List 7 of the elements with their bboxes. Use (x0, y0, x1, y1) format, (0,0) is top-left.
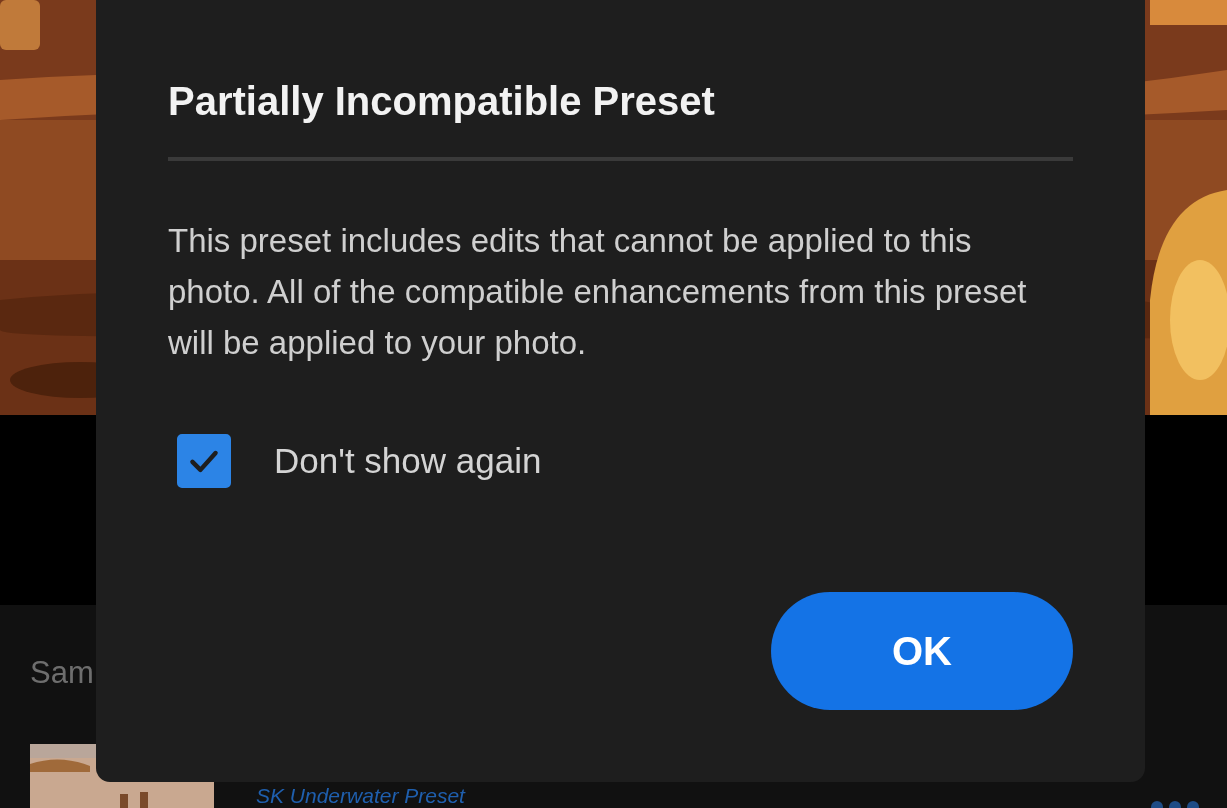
checkbox-label: Don't show again (274, 440, 542, 482)
section-title: Sam (30, 654, 94, 692)
dialog-title: Partially Incompatible Preset (168, 78, 715, 125)
checkbox[interactable] (177, 434, 231, 488)
ok-button[interactable]: OK (771, 592, 1073, 710)
preset-name[interactable]: SK Underwater Preset (256, 784, 465, 808)
dialog-message: This preset includes edits that cannot be applied to this photo. All of the compatible enhancements from this preset will be applied to your photo. (168, 221, 1028, 363)
